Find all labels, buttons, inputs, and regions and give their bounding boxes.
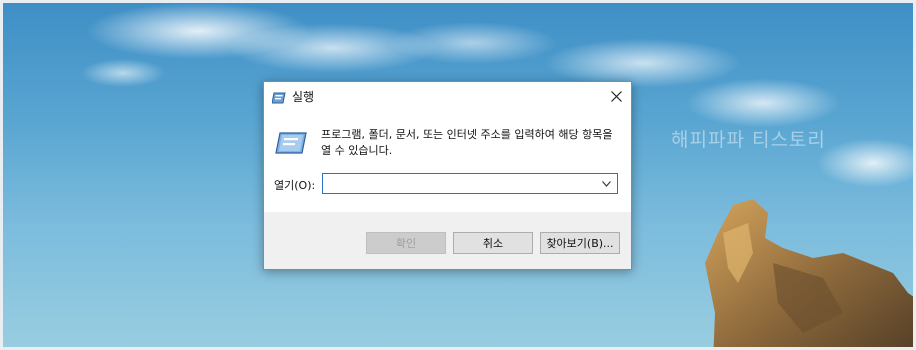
ok-button[interactable]: 확인	[366, 232, 446, 254]
close-button[interactable]	[601, 82, 631, 110]
dialog-description: 프로그램, 폴더, 문서, 또는 인터넷 주소를 입력하여 해당 항목을 열 수…	[321, 128, 613, 157]
chevron-down-icon[interactable]	[597, 174, 615, 193]
open-label: 열기(O):	[274, 179, 316, 192]
close-icon	[610, 87, 622, 106]
run-large-icon	[275, 131, 307, 159]
watermark-text: 해피파파 티스토리	[671, 129, 826, 151]
open-input[interactable]	[323, 174, 601, 193]
dialog-title: 실행	[292, 90, 315, 104]
rock-cliff	[705, 199, 913, 347]
cancel-button[interactable]: 취소	[453, 232, 533, 254]
title-bar[interactable]: 실행	[264, 82, 631, 110]
run-icon	[271, 89, 286, 108]
browse-button[interactable]: 찾아보기(B)...	[540, 232, 620, 254]
run-dialog: 실행 프로그램, 폴더, 문서, 또는 인터넷 주소를 입력하여 해당 항목을 …	[263, 81, 632, 270]
open-combobox[interactable]	[322, 173, 618, 194]
